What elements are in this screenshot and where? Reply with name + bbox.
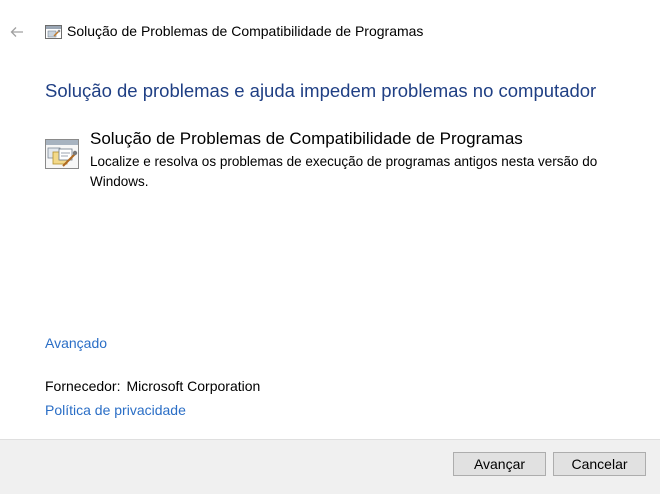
back-arrow-icon — [10, 27, 23, 37]
footer-bar: Avançar Cancelar — [0, 439, 660, 494]
publisher-label: Fornecedor: — [45, 378, 121, 394]
program-compatibility-icon — [45, 139, 79, 169]
advanced-link[interactable]: Avançado — [45, 335, 107, 351]
troubleshooter-item[interactable]: Solução de Problemas de Compatibilidade … — [45, 127, 645, 191]
title-bar: Solução de Problemas de Compatibilidade … — [0, 0, 660, 64]
item-title: Solução de Problemas de Compatibilidade … — [90, 129, 523, 148]
privacy-policy-link[interactable]: Política de privacidade — [45, 402, 186, 418]
publisher-value: Microsoft Corporation — [126, 378, 261, 394]
item-description: Localize e resolva os problemas de execu… — [90, 154, 598, 189]
next-button[interactable]: Avançar — [453, 452, 546, 476]
window-title: Solução de Problemas de Compatibilidade … — [67, 23, 424, 39]
back-button[interactable] — [8, 23, 26, 41]
publisher-info: Fornecedor: Microsoft Corporation — [45, 378, 260, 394]
troubleshooter-icon — [45, 25, 62, 39]
cancel-button[interactable]: Cancelar — [553, 452, 646, 476]
page-heading: Solução de problemas e ajuda impedem pro… — [45, 80, 597, 101]
